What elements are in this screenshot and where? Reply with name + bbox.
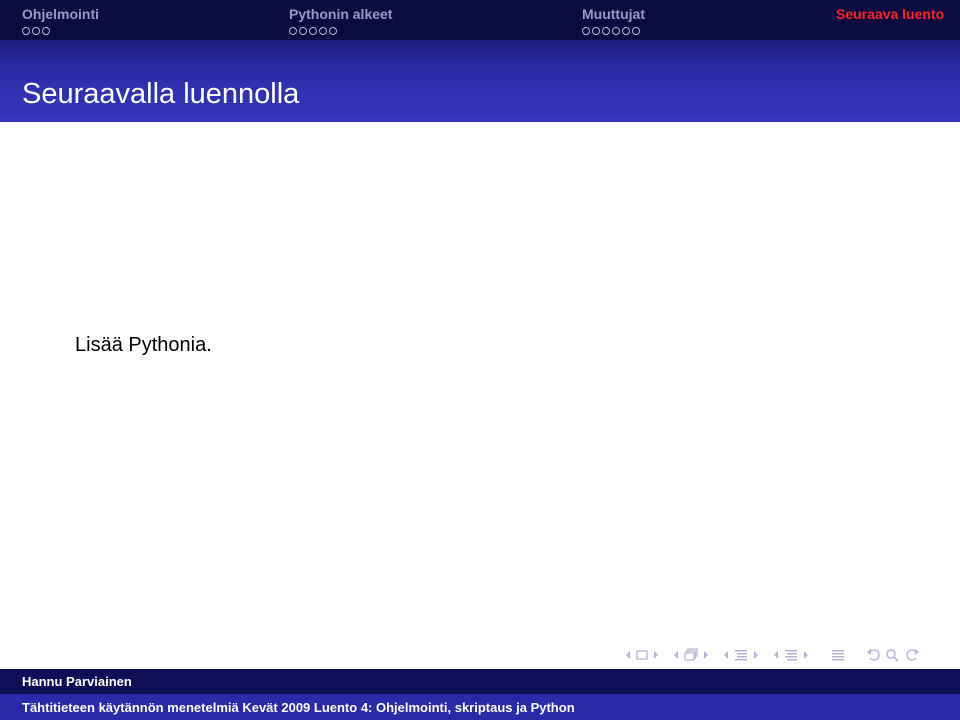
slide-icon[interactable] (635, 649, 649, 661)
frame-prev-icon[interactable] (672, 649, 680, 661)
section-prev-icon[interactable] (772, 649, 780, 661)
nav-frame-dot[interactable] (582, 27, 590, 35)
nav-frame-dot[interactable] (319, 27, 327, 35)
nav-frame-dot[interactable] (592, 27, 600, 35)
nav-dots (289, 27, 337, 35)
footer-title-bar: Tähtitieteen käytännön menetelmiä Kevät … (0, 694, 960, 720)
top-navigation-bar: Ohjelmointi Pythonin alkeet Muuttujat Se… (0, 0, 960, 40)
beamer-navigation-symbols (624, 645, 920, 665)
slide-next-icon[interactable] (652, 649, 660, 661)
nav-frame-dot[interactable] (309, 27, 317, 35)
section-icon[interactable] (783, 648, 799, 662)
back-icon[interactable] (866, 648, 882, 662)
nav-section-label: Pythonin alkeet (289, 6, 393, 22)
subsection-next-icon[interactable] (752, 649, 760, 661)
nav-dots (22, 27, 50, 35)
frame-body-text: Lisää Pythonia. (75, 334, 212, 356)
footer-title: Tähtitieteen käytännön menetelmiä Kevät … (22, 700, 575, 715)
frame-icon[interactable] (683, 648, 699, 662)
search-icon[interactable] (885, 648, 901, 662)
nav-frame-dot[interactable] (289, 27, 297, 35)
frame-next-icon[interactable] (702, 649, 710, 661)
nav-frame-dot[interactable] (299, 27, 307, 35)
nav-frame-dot[interactable] (622, 27, 630, 35)
section-next-icon[interactable] (802, 649, 810, 661)
nav-section-label-current: Seuraava luento (836, 6, 945, 22)
nav-frame-dot[interactable] (632, 27, 640, 35)
nav-frame-dot[interactable] (42, 27, 50, 35)
nav-frame-dot[interactable] (32, 27, 40, 35)
nav-dots (582, 27, 640, 35)
nav-frame-dot[interactable] (329, 27, 337, 35)
nav-frame-dot[interactable] (22, 27, 30, 35)
frame-title: Seuraavalla luennolla (22, 78, 300, 110)
subsection-icon[interactable] (733, 648, 749, 662)
frame-title-band: Seuraavalla luennolla (0, 40, 960, 122)
toc-icon[interactable] (830, 648, 846, 662)
footer-author-bar: Hannu Parviainen (0, 669, 960, 694)
nav-section-label: Ohjelmointi (22, 6, 99, 22)
nav-frame-dot[interactable] (612, 27, 620, 35)
forward-icon[interactable] (904, 648, 920, 662)
subsection-prev-icon[interactable] (722, 649, 730, 661)
nav-frame-dot[interactable] (602, 27, 610, 35)
slide-prev-icon[interactable] (624, 649, 632, 661)
nav-section-label: Muuttujat (582, 6, 645, 22)
footer-author: Hannu Parviainen (22, 674, 132, 689)
